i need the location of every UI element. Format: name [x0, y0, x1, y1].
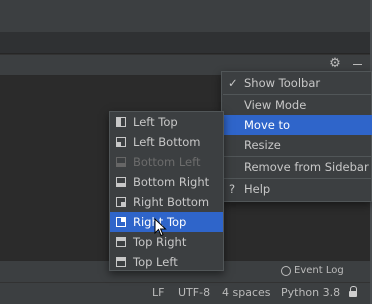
menu-item-show-toolbar[interactable]: ✓ Show Toolbar: [222, 73, 372, 93]
ide-top-toolbar: [0, 0, 372, 32]
submenu-item-label: Left Top: [133, 115, 178, 129]
right-top-icon: [116, 217, 126, 227]
check-icon: ✓: [228, 76, 238, 90]
bottom-right-icon: [116, 177, 126, 187]
top-left-icon: [116, 257, 126, 267]
submenu-item-top-left[interactable]: Top Left: [110, 252, 223, 272]
submenu-item-label: Top Left: [133, 255, 178, 269]
submenu-item-left-top[interactable]: Left Top: [110, 112, 223, 132]
right-bottom-icon: [116, 197, 126, 207]
question-icon: ?: [229, 182, 236, 196]
lock-icon[interactable]: [348, 286, 358, 298]
event-log-icon: [281, 266, 291, 276]
bottom-left-icon: [116, 157, 126, 167]
submenu-item-label: Bottom Left: [133, 155, 201, 169]
submenu-item-label: Left Bottom: [133, 135, 201, 149]
submenu-item-left-bottom[interactable]: Left Bottom: [110, 132, 223, 152]
submenu-item-label: Bottom Right: [133, 175, 210, 189]
mouse-pointer-icon: [154, 218, 167, 237]
minimize-icon[interactable]: [350, 56, 366, 72]
move-to-submenu: Left Top Left Bottom Bottom Left Bottom …: [109, 111, 224, 271]
submenu-item-right-bottom[interactable]: Right Bottom: [110, 192, 223, 212]
event-log-label: Event Log: [294, 265, 344, 276]
tool-window-options-menu: ✓ Show Toolbar View Mode Move to Resize …: [221, 71, 372, 202]
menu-item-resize[interactable]: Resize: [222, 135, 372, 155]
menu-item-label: View Mode: [244, 98, 307, 112]
submenu-item-bottom-left: Bottom Left: [110, 152, 223, 172]
indent-widget[interactable]: 4 spaces: [222, 285, 271, 301]
submenu-item-bottom-right[interactable]: Bottom Right: [110, 172, 223, 192]
submenu-item-label: Right Bottom: [133, 195, 210, 209]
top-right-icon: [116, 237, 126, 247]
menu-item-move-to[interactable]: Move to: [222, 115, 372, 135]
menu-item-remove-from-sidebar[interactable]: Remove from Sidebar: [222, 157, 372, 177]
menu-item-view-mode[interactable]: View Mode: [222, 95, 372, 115]
interpreter-widget[interactable]: Python 3.8: [281, 285, 340, 301]
menu-item-label: Help: [244, 182, 271, 196]
gear-icon[interactable]: ⚙: [327, 56, 343, 72]
menu-item-label: Move to: [244, 118, 291, 132]
menu-item-label: Resize: [244, 138, 281, 152]
left-top-icon: [116, 117, 126, 127]
ide-tab-band: [0, 32, 372, 54]
menu-item-help[interactable]: ? Help: [222, 179, 372, 199]
menu-item-label: Show Toolbar: [244, 76, 321, 90]
line-separator-widget[interactable]: LF: [152, 285, 164, 301]
event-log-button[interactable]: Event Log: [281, 262, 344, 280]
encoding-widget[interactable]: UTF-8: [178, 285, 210, 301]
left-bottom-icon: [116, 137, 126, 147]
menu-item-label: Remove from Sidebar: [244, 160, 369, 174]
